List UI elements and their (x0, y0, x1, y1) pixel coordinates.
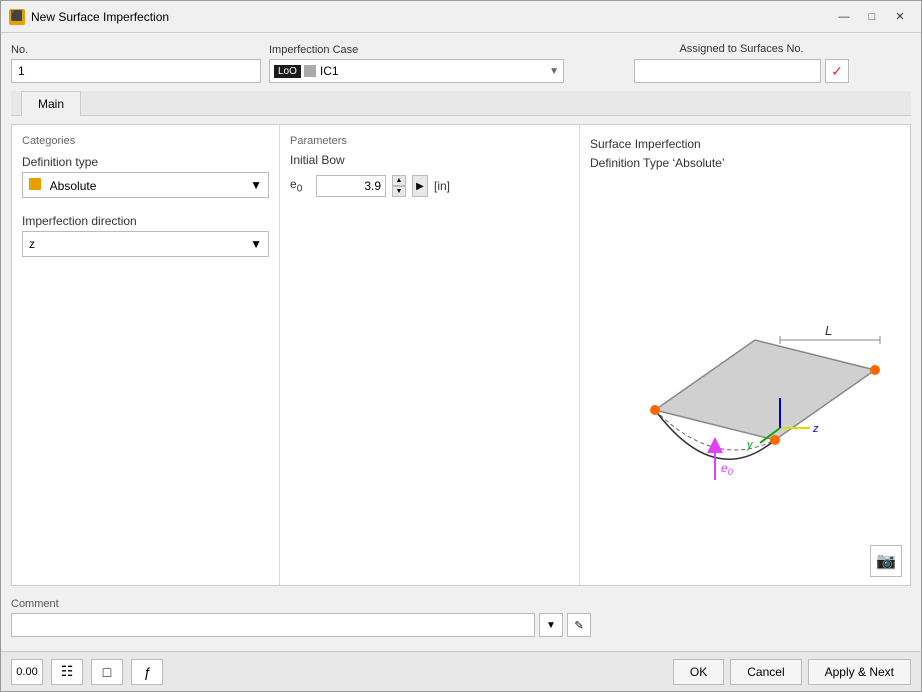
dropdown-icon: ▼ (546, 620, 556, 631)
coordinates-button[interactable]: 0.00 (11, 659, 43, 685)
tab-main[interactable]: Main (21, 91, 81, 116)
definition-type-color-dot (29, 178, 41, 190)
formula-icon: ƒ (143, 664, 151, 680)
ok-button[interactable]: OK (673, 659, 724, 685)
definition-type-value: Absolute (50, 179, 97, 193)
main-window: ⬛ New Surface Imperfection — □ ✕ No. Imp… (0, 0, 922, 692)
screenshot-area: 📷 (870, 545, 902, 577)
e0-input[interactable] (316, 175, 386, 197)
e0-arrow-button[interactable]: ▶ (412, 175, 428, 197)
right-panel: Surface Imperfection Definition Type ‘Ab… (580, 125, 910, 585)
initial-bow-label: Initial Bow (290, 153, 569, 167)
ic1-text: IC1 (320, 64, 549, 78)
cancel-button[interactable]: Cancel (730, 659, 801, 685)
formula-button[interactable]: ƒ (131, 659, 163, 685)
minimize-button[interactable]: — (831, 7, 857, 27)
imperfection-direction-select[interactable]: z ▼ (22, 231, 269, 257)
coordinates-icon: 0.00 (16, 666, 37, 678)
definition-type-label: Definition type (22, 155, 269, 169)
cursor-icon: ✓ (831, 63, 843, 80)
maximize-button[interactable]: □ (859, 7, 885, 27)
svg-text:y: y (746, 439, 754, 451)
footer-left-tools: 0.00 ☷ □ ƒ (11, 659, 163, 685)
comment-area: Comment ▼ ✎ (11, 594, 911, 641)
assigned-input[interactable] (634, 59, 821, 83)
comment-row: ▼ ✎ (11, 613, 591, 637)
e0-increment-button[interactable]: ▲ (392, 175, 406, 186)
definition-type-select[interactable]: Absolute ▼ (22, 172, 269, 198)
footer: 0.00 ☷ □ ƒ OK Cancel Apply & Next (1, 651, 921, 691)
imperfection-case-label: Imperfection Case (269, 44, 564, 56)
camera-button[interactable]: 📷 (870, 545, 902, 577)
description-line2: Definition Type ‘Absolute’ (590, 154, 900, 173)
comment-extra-button[interactable]: ✎ (567, 613, 591, 637)
definition-type-group: Definition type Absolute ▼ (22, 155, 269, 198)
left-panel: Categories Definition type Absolute ▼ Im… (12, 125, 280, 585)
window-icon: ⬛ (9, 9, 25, 25)
title-bar-left: ⬛ New Surface Imperfection (9, 9, 169, 25)
imperfection-direction-group: Imperfection direction z ▼ (22, 214, 269, 257)
comment-field-group: Comment ▼ ✎ (11, 598, 591, 637)
assigned-group: Assigned to Surfaces No. ✓ (572, 43, 911, 83)
grid-icon: ☷ (61, 663, 74, 680)
description-area: Surface Imperfection Definition Type ‘Ab… (590, 135, 900, 173)
comment-input[interactable] (11, 613, 535, 637)
diagram-area: L y z e0 (590, 185, 900, 575)
no-field-group: No. (11, 44, 261, 83)
e0-param-row: e0 ▲ ▼ ▶ [in] (290, 175, 569, 197)
e0-spinner: ▲ ▼ (392, 175, 406, 197)
middle-panel: Parameters Initial Bow e0 ▲ ▼ ▶ [in] (280, 125, 580, 585)
edit-icon: ✎ (574, 619, 583, 632)
e0-unit: [in] (434, 179, 450, 193)
imperfection-direction-arrow-icon: ▼ (250, 237, 262, 251)
description-line1: Surface Imperfection (590, 135, 900, 154)
e0-decrement-button[interactable]: ▼ (392, 186, 406, 197)
grid-button[interactable]: ☷ (51, 659, 83, 685)
top-row: No. Imperfection Case LoO IC1 ▼ Assigned… (11, 43, 911, 83)
title-bar: ⬛ New Surface Imperfection — □ ✕ (1, 1, 921, 33)
imperfection-direction-value: z (29, 237, 35, 251)
no-input[interactable] (11, 59, 261, 83)
definition-type-arrow-icon: ▼ (250, 178, 262, 192)
view-button[interactable]: □ (91, 659, 123, 685)
main-content: Categories Definition type Absolute ▼ Im… (11, 124, 911, 586)
categories-header: Categories (22, 135, 269, 147)
surface-imperfection-diagram: L y z e0 (595, 250, 895, 510)
comment-dropdown-button[interactable]: ▼ (539, 613, 563, 637)
e0-label: e0 (290, 177, 310, 194)
assigned-label: Assigned to Surfaces No. (679, 43, 803, 55)
parameters-header: Parameters (290, 135, 569, 147)
camera-icon: 📷 (876, 551, 896, 571)
apply-next-button[interactable]: Apply & Next (808, 659, 911, 685)
close-button[interactable]: ✕ (887, 7, 913, 27)
window-title: New Surface Imperfection (31, 10, 169, 24)
comment-label: Comment (11, 598, 591, 610)
imperfection-direction-label: Imperfection direction (22, 214, 269, 228)
tab-bar: Main (11, 91, 911, 116)
svg-text:e0: e0 (721, 461, 733, 477)
svg-text:L: L (825, 323, 832, 338)
footer-actions: OK Cancel Apply & Next (673, 659, 911, 685)
content-area: No. Imperfection Case LoO IC1 ▼ Assigned… (1, 33, 921, 651)
dropdown-arrow-icon: ▼ (549, 66, 559, 77)
no-label: No. (11, 44, 261, 56)
assign-button[interactable]: ✓ (825, 59, 849, 83)
imperfection-case-select[interactable]: LoO IC1 ▼ (269, 59, 564, 83)
imperfection-case-group: Imperfection Case LoO IC1 ▼ (269, 44, 564, 83)
title-controls: — □ ✕ (831, 7, 913, 27)
svg-text:z: z (812, 423, 819, 435)
loo-badge: LoO (274, 65, 301, 78)
view-icon: □ (103, 664, 111, 680)
